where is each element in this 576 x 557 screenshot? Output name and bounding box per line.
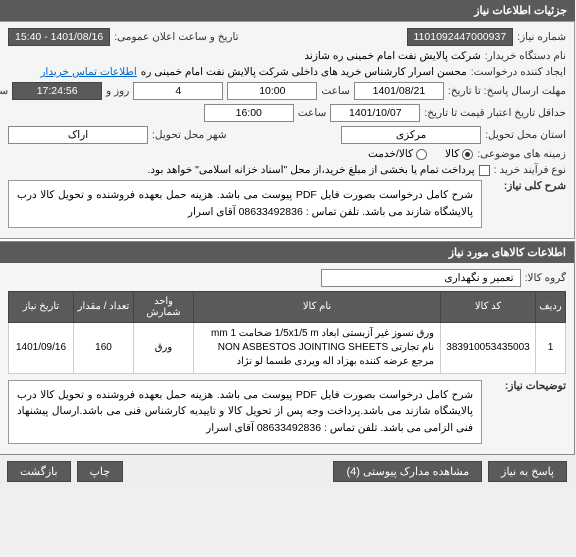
cell-unit: ورق	[135, 322, 195, 373]
radio-goods[interactable]	[463, 149, 474, 160]
city-label: شهر محل تحویل:	[153, 129, 228, 141]
radio-goods-label: کالا	[446, 148, 460, 160]
subject-label: زمینه های موضوعی:	[478, 148, 567, 160]
expiry-hour: 16:00	[205, 104, 295, 122]
announce-date-label: تاریخ و ساعت اعلان عمومی:	[115, 31, 239, 43]
cell-name: ورق نسوز غیر آزبستی ابعاد 1/5x1/5 m ضخام…	[195, 322, 442, 373]
expiry-label: حداقل تاریخ اعتبار قیمت تا تاریخ:	[425, 107, 567, 119]
attachments-button[interactable]: مشاهده مدارک پیوستی (4)	[334, 461, 483, 482]
buyer-org-value: شرکت پالایش نفت امام خمینی ره شازند	[305, 50, 481, 62]
th-name: نام کالا	[195, 291, 442, 322]
time-left: 17:24:56	[13, 82, 103, 100]
province-value: مرکزی	[342, 126, 482, 144]
table-row: 1 383910053435003 ورق نسوز غیر آزبستی اب…	[10, 322, 567, 373]
province-label: استان محل تحویل:	[486, 129, 567, 141]
announce-date-value: 1401/08/16 - 15:40	[9, 28, 111, 46]
goods-group-value: تعمیر و نگهداری	[322, 269, 522, 287]
days-left: 4	[134, 82, 224, 100]
radio-goods-service[interactable]	[417, 149, 428, 160]
remaining-label: ساعت باقی مانده	[0, 85, 9, 97]
days-left-label: روز و	[107, 85, 130, 97]
requester-value: محسن اسرار کارشناس خرید های داخلی شرکت پ…	[142, 66, 468, 78]
th-idx: ردیف	[537, 291, 567, 322]
city-value: اراک	[9, 126, 149, 144]
cell-qty: 160	[75, 322, 135, 373]
buy-type-label: نوع فرآیند خرید :	[495, 164, 567, 176]
return-button[interactable]: بازگشت	[8, 461, 72, 482]
th-date: تاریخ نیاز	[10, 291, 75, 322]
print-button[interactable]: چاپ	[78, 461, 125, 482]
notes-text: شرح کامل درخواست بصورت فایل PDF پیوست می…	[9, 380, 483, 444]
page-title: جزئیات اطلاعات نیاز	[0, 0, 576, 21]
goods-group-label: گروه کالا:	[526, 272, 567, 284]
reply-button[interactable]: پاسخ به نیاز	[489, 461, 568, 482]
notes-label: توضیحات نیاز:	[487, 380, 567, 392]
button-bar: پاسخ به نیاز مشاهده مدارک پیوستی (4) چاپ…	[0, 455, 576, 488]
buyer-org-label: نام دستگاه خریدار:	[486, 50, 567, 62]
need-number-value: 1101092447000937	[408, 28, 515, 46]
desc-label: شرح کلی نیاز:	[487, 180, 567, 192]
need-number-label: شماره نیاز:	[518, 31, 567, 43]
cell-idx: 1	[537, 322, 567, 373]
pay-text: پرداخت تمام یا بخشی از مبلغ خرید،از محل …	[148, 164, 475, 176]
deadline-label: مهلت ارسال پاسخ: تا تاریخ:	[449, 85, 567, 97]
deadline-date: 1401/08/21	[355, 82, 445, 100]
pay-checkbox[interactable]	[480, 165, 491, 176]
desc-text: شرح کامل درخواست بصورت فایل PDF پیوست می…	[9, 180, 483, 228]
th-code: کد کالا	[442, 291, 537, 322]
cell-code: 383910053435003	[442, 322, 537, 373]
th-qty: تعداد / مقدار	[75, 291, 135, 322]
hour-label-1: ساعت	[322, 85, 351, 97]
cell-date: 1401/09/16	[10, 322, 75, 373]
deadline-hour: 10:00	[228, 82, 318, 100]
goods-table: ردیف کد کالا نام کالا واحد شمارش تعداد /…	[9, 291, 567, 374]
goods-section-title: اطلاعات کالاهای مورد نیاز	[1, 242, 575, 263]
th-unit: واحد شمارش	[135, 291, 195, 322]
hour-label-2: ساعت	[299, 107, 328, 119]
details-panel: شماره نیاز: 1101092447000937 تاریخ و ساع…	[0, 21, 576, 239]
expiry-date: 1401/10/07	[331, 104, 421, 122]
contact-info-link[interactable]: اطلاعات تماس خریدار	[41, 66, 137, 78]
requester-label: ایجاد کننده درخواست:	[472, 66, 567, 78]
radio-goods-service-label: کالا/خدمت	[369, 148, 414, 160]
